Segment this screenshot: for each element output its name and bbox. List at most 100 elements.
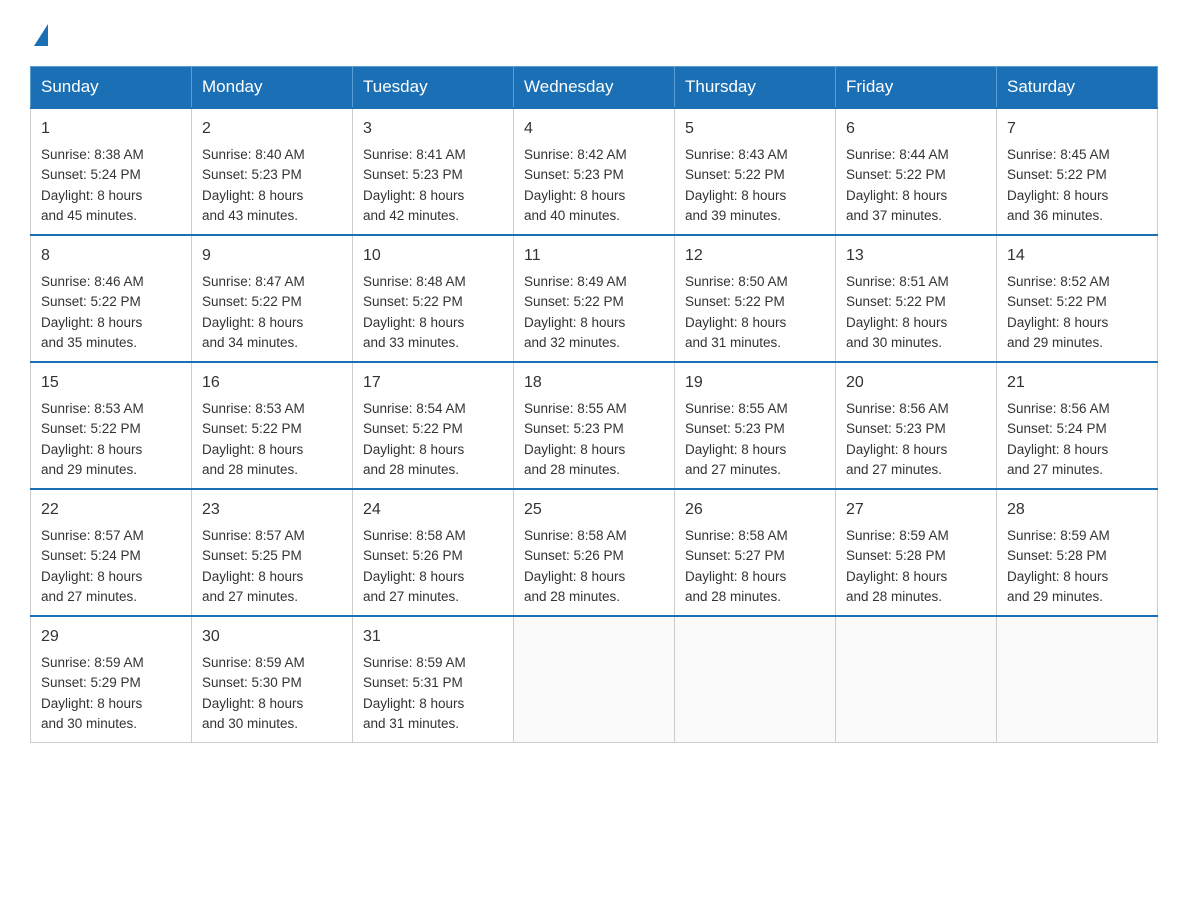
sunset-text: Sunset: 5:22 PM — [1007, 165, 1147, 185]
sunset-text: Sunset: 5:22 PM — [363, 292, 503, 312]
sunset-text: Sunset: 5:22 PM — [202, 419, 342, 439]
sunset-text: Sunset: 5:23 PM — [846, 419, 986, 439]
daylight-text: Daylight: 8 hours — [846, 567, 986, 587]
daylight-text-2: and 28 minutes. — [524, 460, 664, 480]
daylight-text: Daylight: 8 hours — [846, 440, 986, 460]
calendar-cell — [675, 616, 836, 743]
sunrise-text: Sunrise: 8:38 AM — [41, 145, 181, 165]
sunrise-text: Sunrise: 8:58 AM — [685, 526, 825, 546]
day-number: 6 — [846, 117, 986, 141]
sunset-text: Sunset: 5:24 PM — [41, 165, 181, 185]
calendar-cell: 30Sunrise: 8:59 AMSunset: 5:30 PMDayligh… — [192, 616, 353, 743]
day-number: 25 — [524, 498, 664, 522]
header-tuesday: Tuesday — [353, 67, 514, 109]
calendar-cell: 14Sunrise: 8:52 AMSunset: 5:22 PMDayligh… — [997, 235, 1158, 362]
sunrise-text: Sunrise: 8:57 AM — [41, 526, 181, 546]
sunset-text: Sunset: 5:24 PM — [41, 546, 181, 566]
day-number: 27 — [846, 498, 986, 522]
daylight-text: Daylight: 8 hours — [524, 313, 664, 333]
sunset-text: Sunset: 5:22 PM — [524, 292, 664, 312]
daylight-text: Daylight: 8 hours — [524, 567, 664, 587]
daylight-text: Daylight: 8 hours — [685, 567, 825, 587]
daylight-text-2: and 32 minutes. — [524, 333, 664, 353]
daylight-text-2: and 29 minutes. — [41, 460, 181, 480]
calendar-header-row: SundayMondayTuesdayWednesdayThursdayFrid… — [31, 67, 1158, 109]
daylight-text-2: and 28 minutes. — [524, 587, 664, 607]
daylight-text: Daylight: 8 hours — [202, 694, 342, 714]
calendar-cell: 28Sunrise: 8:59 AMSunset: 5:28 PMDayligh… — [997, 489, 1158, 616]
sunrise-text: Sunrise: 8:56 AM — [846, 399, 986, 419]
day-number: 21 — [1007, 371, 1147, 395]
calendar-cell: 25Sunrise: 8:58 AMSunset: 5:26 PMDayligh… — [514, 489, 675, 616]
daylight-text-2: and 27 minutes. — [41, 587, 181, 607]
calendar-cell: 23Sunrise: 8:57 AMSunset: 5:25 PMDayligh… — [192, 489, 353, 616]
daylight-text: Daylight: 8 hours — [363, 440, 503, 460]
sunrise-text: Sunrise: 8:58 AM — [363, 526, 503, 546]
daylight-text-2: and 27 minutes. — [1007, 460, 1147, 480]
daylight-text: Daylight: 8 hours — [202, 440, 342, 460]
sunset-text: Sunset: 5:22 PM — [685, 165, 825, 185]
sunset-text: Sunset: 5:23 PM — [363, 165, 503, 185]
calendar-cell: 1 Sunrise: 8:38 AMSunset: 5:24 PMDaylight… — [31, 108, 192, 235]
day-number: 20 — [846, 371, 986, 395]
sunset-text: Sunset: 5:22 PM — [846, 165, 986, 185]
daylight-text-2: and 28 minutes. — [846, 587, 986, 607]
day-number: 10 — [363, 244, 503, 268]
daylight-text: Daylight: 8 hours — [41, 440, 181, 460]
sunset-text: Sunset: 5:31 PM — [363, 673, 503, 693]
header-friday: Friday — [836, 67, 997, 109]
daylight-text: Daylight: 8 hours — [1007, 440, 1147, 460]
daylight-text: Daylight: 8 hours — [363, 186, 503, 206]
day-number: 12 — [685, 244, 825, 268]
day-number: 5 — [685, 117, 825, 141]
calendar-cell: 10 Sunrise: 8:48 AMSunset: 5:22 PMDayligh… — [353, 235, 514, 362]
daylight-text: Daylight: 8 hours — [41, 186, 181, 206]
sunrise-text: Sunrise: 8:50 AM — [685, 272, 825, 292]
day-number: 15 — [41, 371, 181, 395]
daylight-text: Daylight: 8 hours — [524, 440, 664, 460]
calendar-week-row: 29Sunrise: 8:59 AMSunset: 5:29 PMDayligh… — [31, 616, 1158, 743]
sunrise-text: Sunrise: 8:45 AM — [1007, 145, 1147, 165]
sunrise-text: Sunrise: 8:56 AM — [1007, 399, 1147, 419]
header-thursday: Thursday — [675, 67, 836, 109]
sunrise-text: Sunrise: 8:52 AM — [1007, 272, 1147, 292]
sunrise-text: Sunrise: 8:59 AM — [1007, 526, 1147, 546]
daylight-text-2: and 28 minutes. — [202, 460, 342, 480]
day-number: 22 — [41, 498, 181, 522]
sunset-text: Sunset: 5:22 PM — [41, 419, 181, 439]
calendar-week-row: 8Sunrise: 8:46 AMSunset: 5:22 PMDaylight… — [31, 235, 1158, 362]
sunset-text: Sunset: 5:28 PM — [846, 546, 986, 566]
page-header — [30, 20, 1158, 46]
calendar-cell: 26Sunrise: 8:58 AMSunset: 5:27 PMDayligh… — [675, 489, 836, 616]
daylight-text: Daylight: 8 hours — [202, 567, 342, 587]
daylight-text: Daylight: 8 hours — [1007, 313, 1147, 333]
sunrise-text: Sunrise: 8:55 AM — [685, 399, 825, 419]
day-number: 8 — [41, 244, 181, 268]
sunrise-text: Sunrise: 8:48 AM — [363, 272, 503, 292]
calendar-table: SundayMondayTuesdayWednesdayThursdayFrid… — [30, 66, 1158, 743]
daylight-text-2: and 29 minutes. — [1007, 587, 1147, 607]
daylight-text-2: and 39 minutes. — [685, 206, 825, 226]
day-number: 1 — [41, 117, 181, 141]
calendar-cell: 22Sunrise: 8:57 AMSunset: 5:24 PMDayligh… — [31, 489, 192, 616]
daylight-text-2: and 31 minutes. — [685, 333, 825, 353]
daylight-text: Daylight: 8 hours — [363, 313, 503, 333]
sunset-text: Sunset: 5:22 PM — [846, 292, 986, 312]
day-number: 17 — [363, 371, 503, 395]
sunrise-text: Sunrise: 8:59 AM — [846, 526, 986, 546]
daylight-text-2: and 37 minutes. — [846, 206, 986, 226]
day-number: 24 — [363, 498, 503, 522]
daylight-text-2: and 28 minutes. — [363, 460, 503, 480]
daylight-text: Daylight: 8 hours — [363, 694, 503, 714]
header-monday: Monday — [192, 67, 353, 109]
sunrise-text: Sunrise: 8:53 AM — [202, 399, 342, 419]
calendar-cell: 19Sunrise: 8:55 AMSunset: 5:23 PMDayligh… — [675, 362, 836, 489]
day-number: 30 — [202, 625, 342, 649]
logo-triangle-icon — [34, 24, 48, 46]
calendar-cell: 5Sunrise: 8:43 AMSunset: 5:22 PMDaylight… — [675, 108, 836, 235]
daylight-text-2: and 35 minutes. — [41, 333, 181, 353]
calendar-week-row: 15Sunrise: 8:53 AMSunset: 5:22 PMDayligh… — [31, 362, 1158, 489]
daylight-text: Daylight: 8 hours — [685, 313, 825, 333]
calendar-week-row: 1Sunrise: 8:38 AMSunset: 5:24 PMDaylight… — [31, 108, 1158, 235]
sunrise-text: Sunrise: 8:49 AM — [524, 272, 664, 292]
